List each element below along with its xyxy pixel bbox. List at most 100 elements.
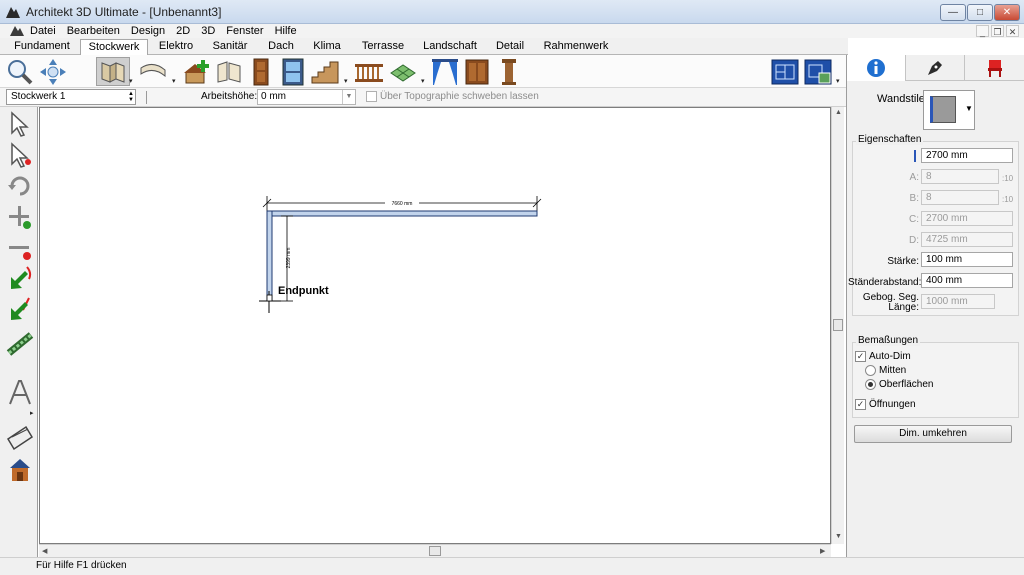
chevron-down-icon[interactable]: ▼: [342, 90, 355, 104]
column-button[interactable]: [494, 57, 524, 86]
tiles-icon: [390, 63, 416, 82]
vertical-scrollbar[interactable]: ▲ ▼: [831, 107, 844, 544]
c-input[interactable]: 2700 mm: [921, 211, 1013, 226]
menu-3d[interactable]: 3D: [201, 24, 215, 38]
scroll-left-icon[interactable]: ◀: [42, 547, 47, 555]
floor-pattern-button[interactable]: [388, 57, 418, 86]
room-button[interactable]: [182, 57, 212, 86]
scroll-down-icon[interactable]: ▼: [835, 533, 842, 540]
menu-datei[interactable]: Datei: [30, 24, 56, 38]
rotate-tool-button[interactable]: [5, 171, 35, 201]
select-point-tool-button[interactable]: [5, 140, 35, 170]
close-button[interactable]: ✕: [994, 4, 1020, 21]
add-point-tool-button[interactable]: [5, 202, 35, 232]
straight-wall-button[interactable]: [96, 57, 130, 86]
menu-design[interactable]: Design: [131, 24, 165, 38]
select-tool-button[interactable]: [5, 109, 35, 139]
wall-style-picker[interactable]: ▼: [923, 90, 975, 130]
stairs-dropdown-icon[interactable]: ▾: [344, 77, 348, 85]
status-bar: Für Hilfe F1 drücken: [0, 557, 1024, 575]
pan-button[interactable]: [38, 57, 68, 86]
maximize-button[interactable]: □: [967, 4, 993, 21]
zoom-button[interactable]: [5, 57, 35, 86]
horizontal-scroll-thumb[interactable]: [429, 546, 441, 556]
d-input[interactable]: 4725 mm: [921, 232, 1013, 247]
wall-height-input[interactable]: 2700 mm: [921, 148, 1013, 163]
tab-stockwerk[interactable]: Stockwerk: [80, 39, 148, 56]
vertical-scroll-thumb[interactable]: [833, 319, 843, 331]
drawing-canvas[interactable]: 7660 mm 2399 mm Endpunkt: [39, 107, 831, 544]
tab-sanitaer[interactable]: Sanitär: [205, 39, 255, 55]
a-label: A:: [909, 172, 919, 183]
stairs-button[interactable]: [310, 57, 340, 86]
menu-bearbeiten[interactable]: Bearbeiten: [67, 24, 120, 38]
remove-point-tool-button[interactable]: [5, 233, 35, 263]
tab-furniture[interactable]: [965, 55, 1024, 81]
mdi-close-button[interactable]: ✕: [1006, 25, 1019, 37]
thickness-input[interactable]: 100 mm: [921, 252, 1013, 267]
break-tool-button[interactable]: [5, 295, 35, 325]
wall-style-swatch: [930, 96, 956, 123]
center-radio[interactable]: [865, 365, 876, 376]
tab-pen[interactable]: [906, 55, 965, 81]
railing-button[interactable]: [354, 57, 384, 86]
horizontal-scrollbar[interactable]: ◀ ▶: [39, 544, 831, 557]
scroll-up-icon[interactable]: ▲: [835, 109, 842, 116]
tab-dach[interactable]: Dach: [261, 39, 301, 55]
plan-view-button[interactable]: [770, 57, 800, 86]
wall-dropdown-icon[interactable]: ▾: [129, 77, 133, 85]
menu-fenster[interactable]: Fenster: [226, 24, 263, 38]
tab-info[interactable]: [847, 55, 906, 81]
arrow-cursor-icon: [11, 111, 29, 137]
tab-fundament[interactable]: Fundament: [6, 39, 78, 55]
spinner-icon[interactable]: ▲ ▼: [128, 91, 134, 103]
b-input[interactable]: 8: [921, 190, 999, 205]
window-element-button[interactable]: [278, 57, 308, 86]
door-button[interactable]: [246, 57, 276, 86]
surfaces-radio[interactable]: [865, 379, 876, 390]
a-input[interactable]: 8: [921, 169, 999, 184]
stud-spacing-input[interactable]: 400 mm: [921, 273, 1013, 288]
floor-plan-drawing[interactable]: 7660 mm 2399 mm Endpunkt: [40, 108, 830, 543]
tab-elektro[interactable]: Elektro: [151, 39, 201, 55]
cabinet-icon: [465, 59, 489, 84]
openings-checkbox[interactable]: ✓: [855, 399, 866, 410]
cabinet-button[interactable]: [462, 57, 492, 86]
tab-detail[interactable]: Detail: [490, 39, 530, 55]
topography-checkbox[interactable]: [366, 91, 377, 102]
tab-klima[interactable]: Klima: [307, 39, 347, 55]
curved-wall-button[interactable]: [138, 57, 168, 86]
separator: [146, 91, 147, 104]
tab-landschaft[interactable]: Landschaft: [418, 39, 482, 55]
menu-2d[interactable]: 2D: [176, 24, 190, 38]
curtain-button[interactable]: [430, 57, 460, 86]
scroll-right-icon[interactable]: ▶: [820, 547, 825, 555]
dimensions-title: Bemaßungen: [856, 335, 921, 346]
join-tool-button[interactable]: [5, 264, 35, 294]
chevron-down-icon[interactable]: ▼: [965, 104, 973, 113]
tab-terrasse[interactable]: Terrasse: [355, 39, 411, 55]
minimize-button[interactable]: —: [940, 4, 966, 21]
curved-wall-dropdown-icon[interactable]: ▾: [172, 77, 176, 85]
room-divider-button[interactable]: [214, 57, 244, 86]
text-tool-button[interactable]: [5, 377, 35, 407]
view-dropdown-icon[interactable]: ▾: [836, 77, 840, 85]
text-dropdown-icon[interactable]: ▸: [30, 409, 34, 417]
texture-tool-button[interactable]: [5, 329, 35, 359]
properties-group: [852, 141, 1019, 316]
autodim-checkbox[interactable]: ✓: [855, 351, 866, 362]
split-view-button[interactable]: [803, 57, 833, 86]
curved-segment-input[interactable]: 1000 mm: [921, 294, 995, 309]
mdi-restore-button[interactable]: ❐: [991, 25, 1004, 37]
reverse-dimension-button[interactable]: Dim. umkehren: [854, 425, 1012, 443]
pattern-dropdown-icon[interactable]: ▾: [421, 77, 425, 85]
document-icon: [10, 26, 24, 36]
menu-hilfe[interactable]: Hilfe: [275, 24, 297, 38]
tab-rahmenwerk[interactable]: Rahmenwerk: [540, 39, 612, 55]
film-tool-button[interactable]: [5, 423, 35, 453]
work-height-input[interactable]: 0 mm ▼: [257, 89, 356, 105]
floor-select[interactable]: Stockwerk 1 ▲ ▼: [6, 89, 136, 105]
column-icon: [502, 58, 516, 85]
mdi-minimize-button[interactable]: _: [976, 25, 989, 37]
home-view-button[interactable]: [5, 454, 35, 484]
